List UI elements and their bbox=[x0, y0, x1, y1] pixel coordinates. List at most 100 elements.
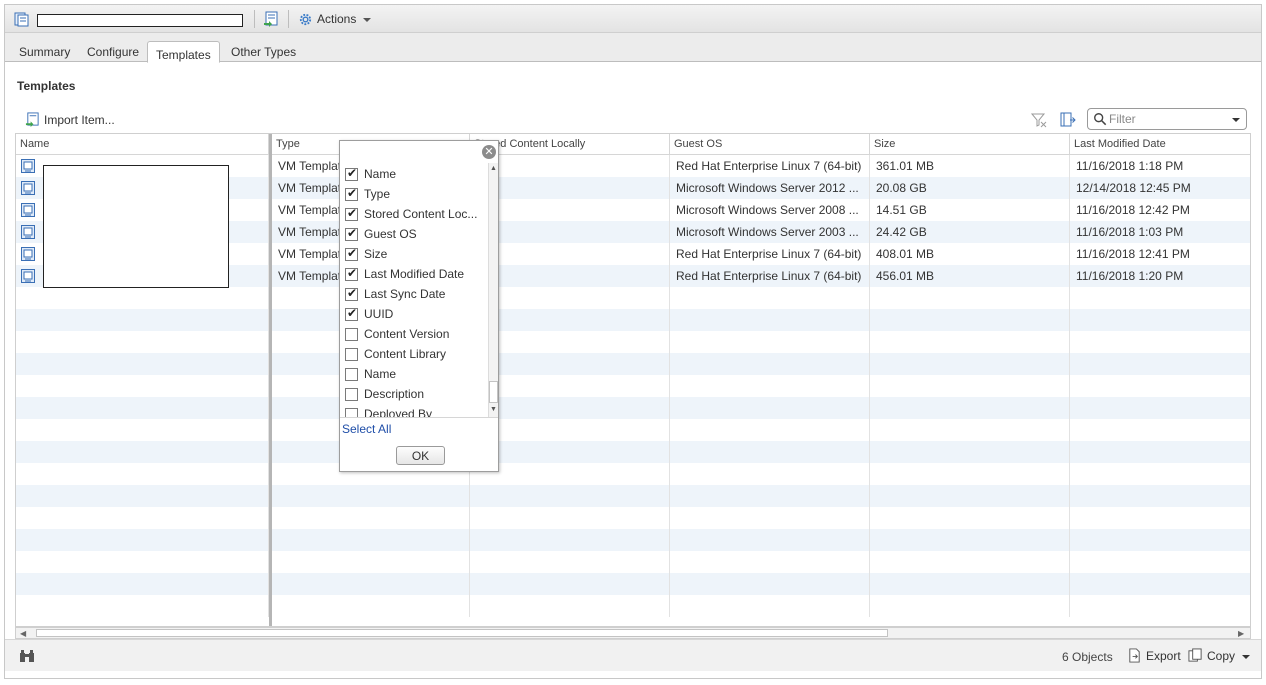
cell-last-modified bbox=[1070, 595, 1250, 617]
binoculars-icon[interactable] bbox=[19, 649, 35, 663]
checkbox-unchecked[interactable] bbox=[345, 407, 358, 417]
column-option-label: Size bbox=[364, 247, 388, 261]
cell-type bbox=[272, 595, 470, 617]
column-option[interactable]: Content Library bbox=[345, 345, 446, 363]
section-title: Templates bbox=[17, 79, 76, 93]
scrollbar-thumb[interactable] bbox=[36, 629, 888, 637]
column-option-label: UUID bbox=[364, 307, 394, 321]
empty-row bbox=[16, 419, 1250, 441]
tab-other-types[interactable]: Other Types bbox=[223, 39, 304, 62]
scroll-right-icon[interactable]: ▶ bbox=[1238, 629, 1244, 638]
scroll-down-icon[interactable]: ▼ bbox=[490, 406, 497, 413]
column-option[interactable]: Last Modified Date bbox=[345, 265, 464, 283]
filter-clear-icon[interactable] bbox=[1031, 112, 1047, 128]
cell-stored-content bbox=[470, 265, 670, 287]
checkbox-checked[interactable] bbox=[345, 286, 358, 301]
checkbox-unchecked[interactable] bbox=[345, 347, 358, 361]
column-header-stored-content[interactable]: Stored Content Locally bbox=[470, 134, 670, 155]
cell-size bbox=[870, 375, 1070, 397]
tab-summary[interactable]: Summary bbox=[11, 39, 78, 62]
cell-guest-os bbox=[670, 331, 870, 353]
column-chooser-popup: ✕ Name Type Stored Content Loc... Guest OS S… bbox=[339, 140, 499, 472]
cell-stored-content bbox=[470, 397, 670, 419]
chevron-down-icon bbox=[363, 18, 372, 22]
cell-stored-content bbox=[470, 331, 670, 353]
vm-template-icon bbox=[21, 181, 35, 195]
cell-guest-os bbox=[670, 595, 870, 617]
cell-size bbox=[870, 463, 1070, 485]
column-header-size[interactable]: Size bbox=[870, 134, 1070, 155]
cell-stored-content bbox=[470, 463, 670, 485]
filter-input[interactable] bbox=[1107, 112, 1227, 126]
checkbox-unchecked[interactable] bbox=[345, 327, 358, 341]
cell-size: 456.01 MB bbox=[870, 265, 1070, 287]
popup-divider bbox=[340, 417, 498, 418]
column-option[interactable]: Guest OS bbox=[345, 225, 417, 243]
column-option-label: Content Library bbox=[364, 347, 447, 361]
ok-button[interactable]: OK bbox=[396, 446, 445, 465]
checkbox-checked[interactable] bbox=[345, 206, 358, 221]
actions-menu-button[interactable]: Actions bbox=[298, 10, 372, 28]
column-option[interactable]: Size bbox=[345, 245, 387, 263]
chevron-down-icon[interactable] bbox=[1232, 118, 1240, 122]
select-all-link[interactable]: Select All bbox=[342, 422, 391, 436]
cell-stored-content bbox=[470, 309, 670, 331]
checkbox-checked[interactable] bbox=[345, 186, 358, 201]
checkbox-checked[interactable] bbox=[345, 226, 358, 241]
scroll-left-icon[interactable]: ◀ bbox=[20, 629, 26, 638]
column-option[interactable]: Content Version bbox=[345, 325, 449, 343]
column-option[interactable]: Type bbox=[345, 185, 390, 203]
column-header-guest-os[interactable]: Guest OS bbox=[670, 134, 870, 155]
column-option-label: Guest OS bbox=[364, 227, 417, 241]
column-option[interactable]: UUID bbox=[345, 305, 393, 323]
cell-guest-os bbox=[670, 573, 870, 595]
vm-template-icon bbox=[21, 269, 35, 283]
cell-size: 408.01 MB bbox=[870, 243, 1070, 265]
column-option[interactable]: Name bbox=[345, 165, 396, 183]
checkbox-unchecked[interactable] bbox=[345, 367, 358, 381]
copy-button[interactable]: Copy bbox=[1188, 648, 1251, 663]
column-option-label: Name bbox=[364, 367, 397, 381]
cell-last-modified: 11/16/2018 1:18 PM bbox=[1070, 155, 1250, 177]
column-option[interactable]: Last Sync Date bbox=[345, 285, 445, 303]
checkbox-checked[interactable] bbox=[345, 246, 358, 261]
close-icon[interactable]: ✕ bbox=[482, 145, 496, 159]
cell-guest-os bbox=[670, 309, 870, 331]
export-button[interactable]: Export bbox=[1127, 648, 1181, 663]
popup-scrollbar-thumb[interactable] bbox=[489, 381, 498, 403]
tab-configure[interactable]: Configure bbox=[79, 39, 147, 62]
cell-guest-os bbox=[670, 485, 870, 507]
column-option[interactable]: Description bbox=[345, 385, 424, 403]
filter-field[interactable] bbox=[1087, 108, 1247, 130]
tab-templates[interactable]: Templates bbox=[147, 41, 220, 63]
horizontal-scrollbar[interactable]: ◀ ▶ bbox=[15, 627, 1251, 639]
empty-row bbox=[16, 529, 1250, 551]
cell-stored-content bbox=[470, 595, 670, 617]
cell-size bbox=[870, 331, 1070, 353]
cell-last-modified bbox=[1070, 463, 1250, 485]
cell-guest-os bbox=[670, 463, 870, 485]
cell-stored-content bbox=[470, 529, 670, 551]
cell-size bbox=[870, 573, 1070, 595]
column-option[interactable]: Name bbox=[345, 365, 396, 383]
import-icon[interactable] bbox=[263, 11, 279, 27]
checkbox-checked[interactable] bbox=[345, 166, 358, 181]
popup-vertical-scrollbar[interactable]: ▲ ▼ bbox=[488, 163, 498, 417]
column-chooser-icon[interactable] bbox=[1060, 112, 1076, 128]
column-header-last-modified[interactable]: Last Modified Date bbox=[1070, 134, 1250, 155]
column-option-label: Content Version bbox=[364, 327, 450, 341]
frozen-column-divider[interactable] bbox=[269, 134, 272, 626]
checkbox-unchecked[interactable] bbox=[345, 387, 358, 401]
cell-name bbox=[16, 331, 269, 353]
main-window: Actions Summary Configure Templates Othe… bbox=[4, 4, 1262, 679]
import-item-button[interactable]: Import Item... bbox=[25, 112, 115, 127]
column-option[interactable]: Stored Content Loc... bbox=[345, 205, 477, 223]
cell-last-modified bbox=[1070, 353, 1250, 375]
column-option[interactable]: Deployed By bbox=[345, 405, 432, 417]
checkbox-checked[interactable] bbox=[345, 266, 358, 281]
column-header-name[interactable]: Name bbox=[16, 134, 269, 155]
cell-stored-content bbox=[470, 155, 670, 177]
checkbox-checked[interactable] bbox=[345, 306, 358, 321]
cell-stored-content bbox=[470, 573, 670, 595]
scroll-up-icon[interactable]: ▲ bbox=[490, 165, 497, 172]
